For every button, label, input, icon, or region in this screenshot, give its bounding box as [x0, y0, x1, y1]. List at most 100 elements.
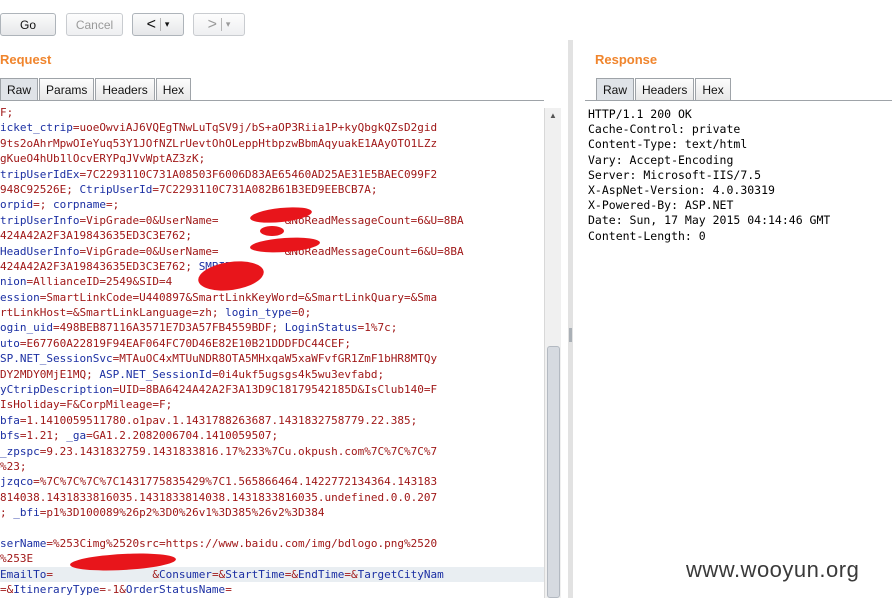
request-line: F; — [0, 105, 544, 120]
param-key: ogin_uid — [0, 321, 53, 335]
param-value: =UID=8BA6424A42A2F3A13D9C18179542185D&Is… — [112, 383, 438, 397]
param-key: EndTime — [298, 567, 345, 581]
request-line: SP.NET_SessionSvc=MTAuOC4xMTUuNDR8OTA5MH… — [0, 351, 544, 366]
param-value: 9ts2oAhrMpwOIeYuq53Y1JOfNZLrUevtOhOLeppH… — [0, 136, 438, 150]
button-separator — [220, 18, 222, 31]
tab-request-hex[interactable]: Hex — [155, 78, 192, 100]
tab-response-hex[interactable]: Hex — [695, 78, 731, 100]
param-key: login_type — [225, 306, 292, 320]
param-value: =1.1410059511780.o1pav.1.1431788263687.1… — [19, 413, 418, 427]
divider-grip-icon[interactable] — [569, 328, 572, 342]
tab-response-raw[interactable]: Raw — [596, 78, 635, 100]
request-line: tripUserIdEx=7C2293110C731A08503F6006D83… — [0, 167, 544, 182]
request-tabs: Raw Params Headers Hex — [0, 78, 192, 100]
param-value: =; — [33, 198, 53, 212]
request-editor[interactable]: F; icket_ctrip=uoeOwviAJ6VQEgTNwLuTqSV9j/… — [0, 100, 544, 599]
param-value: gKueO4hUb1lOcvERYPqJVvWptAZ3zK; — [0, 152, 206, 166]
param-key: ASP.NET_SessionId — [99, 367, 212, 381]
param-key: OrderStatusName — [125, 583, 226, 597]
param-key: orpid — [0, 198, 34, 212]
param-value: =%253Cimg%2520src=https://www.baidu.com/… — [46, 536, 438, 550]
cancel-button[interactable]: Cancel — [66, 13, 123, 36]
param-key: ItineraryType — [13, 583, 100, 597]
request-line: serName=%253Cimg%2520src=https://www.bai… — [0, 536, 544, 551]
request-line: DY2MDY0MjE1MQ; ASP.NET_SessionId=0i4ukf5… — [0, 367, 544, 382]
param-value: 948C92526E; — [0, 182, 80, 196]
request-scrollbar[interactable]: ▲ — [544, 108, 561, 598]
scroll-up-icon[interactable]: ▲ — [545, 108, 561, 122]
param-value: =%7C%7C%7C%7C1431775835429%7C1.565866464… — [33, 475, 438, 489]
param-value: =p1%3D100089%26p2%3D0%26v1%3D385%26v2%3D… — [39, 506, 325, 520]
param-value: =& — [211, 567, 226, 581]
param-key: TargetCityNam — [357, 567, 444, 581]
tab-request-headers[interactable]: Headers — [95, 78, 155, 100]
request-line: ; _bfi=p1%3D100089%26p2%3D0%26v1%3D385%2… — [0, 505, 544, 520]
request-line: bfs=1.21; _ga=GA1.2.2082006704.141005950… — [0, 428, 544, 443]
param-key: nion — [0, 275, 27, 289]
tab-response-headers[interactable]: Headers — [635, 78, 695, 100]
pane-divider[interactable] — [568, 40, 573, 598]
param-key: tripUserInfo — [0, 213, 80, 227]
tab-request-params[interactable]: Params — [39, 78, 95, 100]
param-key: _bfi — [13, 506, 40, 520]
param-value: =1.21; — [19, 429, 67, 443]
param-value: %23; — [0, 459, 27, 473]
param-value: %253E — [0, 552, 34, 566]
request-line: ogin_uid=498BEB87116A3571E7D3A57FB4559BD… — [0, 320, 544, 335]
param-key: ession — [0, 290, 40, 304]
param-value: ; — [0, 506, 14, 520]
request-line: 948C92526E; CtripUserId=7C2293110C731A08… — [0, 182, 544, 197]
param-value: rtLinkHost=&SmartLinkLanguage=zh; — [0, 306, 226, 320]
request-line: =&ItineraryType=-1&OrderStatusName= — [0, 582, 544, 597]
request-line: 424A42A2F3A19843635ED3C3E762; SMBID=; — [0, 259, 544, 274]
param-key: serName — [0, 536, 47, 550]
back-dropdown-icon[interactable]: ▾ — [165, 19, 170, 30]
param-value: DY2MDY0MjE1MQ; — [0, 367, 100, 381]
param-value: 814038.1431833816035.1431833814038.14318… — [0, 490, 438, 504]
param-value: =1%7c; — [357, 321, 398, 335]
param-key: bfs — [0, 429, 20, 443]
param-key: tripUserIdEx — [0, 167, 80, 181]
scrollbar-thumb[interactable] — [547, 346, 560, 598]
request-line: icket_ctrip=uoeOwviAJ6VQEgTNwLuTqSV9j/bS… — [0, 120, 544, 135]
param-value: =& — [344, 567, 358, 581]
tab-request-raw[interactable]: Raw — [0, 78, 39, 100]
param-value: =498BEB87116A3571E7D3A57FB4559BDF; — [52, 321, 285, 335]
forward-dropdown-icon[interactable]: ▾ — [226, 19, 231, 30]
request-line: gKueO4hUb1lOcvERYPqJVvWptAZ3zK; — [0, 151, 544, 166]
request-line: _zpspc=9.23.1431832759.1431833816.17%233… — [0, 444, 544, 459]
param-value: 424A42A2F3A19843635ED3C3E762; — [0, 229, 193, 243]
toolbar: Go Cancel < ▾ > ▾ — [0, 0, 892, 40]
response-text: HTTP/1.1 200 OK Cache-Control: private Con… — [588, 107, 830, 244]
response-line: Content-Type: text/html — [588, 137, 748, 152]
response-line: Server: Microsoft-IIS/7.5 — [588, 167, 762, 182]
request-line: 814038.1431833816035.1431833814038.14318… — [0, 490, 544, 505]
forward-button[interactable]: > ▾ — [193, 13, 245, 36]
param-key: Consumer — [158, 567, 212, 581]
param-value: 424A42A2F3A19843635ED3C3E762; — [0, 259, 199, 273]
response-editor[interactable]: HTTP/1.1 200 OK Cache-Control: private Con… — [585, 100, 892, 599]
back-button[interactable]: < ▾ — [132, 13, 184, 36]
param-key: EmailTo — [0, 567, 47, 581]
request-line: ession=SmartLinkCode=U440897&SmartLinkKe… — [0, 290, 544, 305]
param-key: _zpspc — [0, 444, 40, 458]
redaction-mark — [260, 226, 284, 236]
param-key: icket_ctrip — [0, 121, 73, 135]
button-separator — [159, 18, 161, 31]
cancel-button-label: Cancel — [75, 17, 114, 32]
param-value: = — [225, 583, 232, 597]
back-arrow-icon: < — [146, 15, 156, 33]
response-line: Date: Sun, 17 May 2015 04:14:46 GMT — [588, 213, 831, 228]
response-line: HTTP/1.1 200 OK — [588, 107, 692, 121]
request-line: rtLinkHost=&SmartLinkLanguage=zh; login_… — [0, 305, 544, 320]
forward-arrow-icon: > — [207, 15, 217, 33]
request-line: bfa=1.1410059511780.o1pav.1.143178826368… — [0, 413, 544, 428]
watermark: www.wooyun.org — [686, 557, 860, 582]
request-line: uto=E67760A22819F94EAF064FC70D46E82E10B2… — [0, 336, 544, 351]
param-key: yCtripDescription — [0, 383, 113, 397]
request-line: IsHoliday=F&CorpMileage=F; — [0, 397, 544, 412]
param-value: =& — [284, 567, 299, 581]
response-line: Content-Length: 0 — [588, 228, 706, 243]
go-button[interactable]: Go — [0, 13, 56, 36]
param-value: =GA1.2.2082006704.1410059507; — [86, 429, 279, 443]
